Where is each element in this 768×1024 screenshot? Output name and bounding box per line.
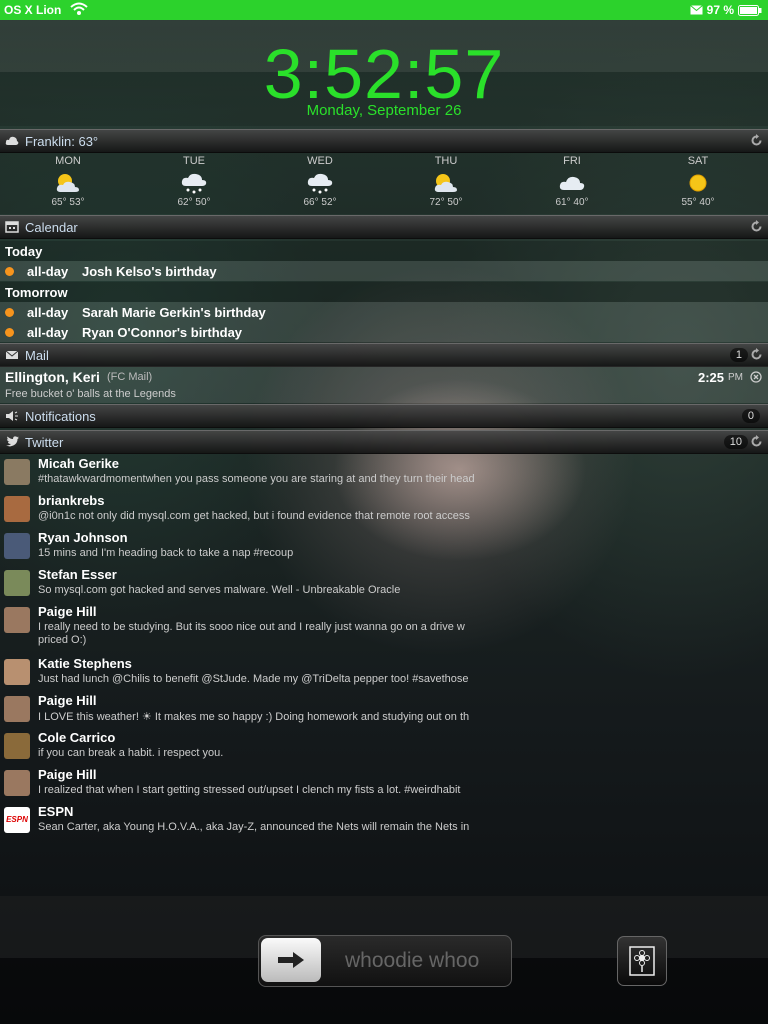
- cloud-icon: [557, 170, 587, 196]
- mail-ampm: PM: [728, 372, 743, 383]
- mail-time: 2:25: [698, 370, 725, 385]
- status-bar: OS X Lion 97 %: [0, 0, 768, 20]
- speaker-icon: [6, 411, 18, 421]
- refresh-icon[interactable]: [750, 348, 763, 361]
- clock-area: 3:52:57 Monday, September 26: [0, 20, 768, 126]
- tweet-item[interactable]: Ryan Johnson 15 mins and I'm heading bac…: [0, 529, 768, 566]
- weather-header[interactable]: Franklin: 63°: [0, 129, 768, 153]
- twitter-bird-icon: [6, 436, 19, 447]
- refresh-icon[interactable]: [750, 220, 763, 233]
- avatar: [4, 607, 30, 633]
- mail-subject: Free bucket o' balls at the Legends: [5, 388, 176, 400]
- tweet-item[interactable]: briankrebs @i0n1c not only did mysql.com…: [0, 492, 768, 529]
- flower-icon: [629, 946, 655, 976]
- refresh-icon[interactable]: [750, 134, 763, 147]
- avatar: [4, 459, 30, 485]
- battery-percent: 97 %: [706, 3, 734, 17]
- tweet-item[interactable]: Stefan Esser So mysql.com got hacked and…: [0, 566, 768, 603]
- mail-count-badge: 1: [729, 348, 748, 362]
- envelope-icon: [5, 350, 19, 359]
- snow-cloud-icon: [305, 170, 335, 196]
- avatar: [4, 496, 30, 522]
- wifi-icon: [70, 2, 88, 15]
- forecast-day: FRI 61° 40°: [555, 155, 589, 208]
- forecast-day: SAT 55° 40°: [681, 155, 715, 208]
- close-icon[interactable]: [750, 371, 762, 383]
- clock-date: Monday, September 26: [306, 102, 462, 119]
- twitter-title: Twitter: [25, 435, 64, 450]
- mail-header[interactable]: Mail 1: [0, 343, 768, 367]
- avatar: [4, 533, 30, 559]
- event-dot: [5, 308, 14, 317]
- mail-sender: Ellington, Keri: [5, 369, 100, 385]
- forecast-day: THU 72° 50°: [429, 155, 463, 208]
- avatar: [4, 570, 30, 596]
- tweet-item[interactable]: Katie Stephens Just had lunch @Chilis to…: [0, 655, 768, 692]
- mail-title: Mail: [25, 348, 49, 363]
- calendar-title: Calendar: [25, 220, 78, 235]
- tweet-item[interactable]: Paige Hill I LOVE this weather! ☀ It mak…: [0, 692, 768, 729]
- mail-account: (FC Mail): [107, 371, 153, 383]
- mail-icon: [689, 5, 703, 15]
- sun-icon: [683, 170, 713, 196]
- camera-button[interactable]: [617, 936, 667, 986]
- espn-logo: ESPN: [4, 807, 30, 833]
- cloud-icon: [5, 136, 19, 145]
- weather-title: Franklin: 63°: [25, 134, 99, 149]
- tweet-item[interactable]: Paige Hill I really need to be studying.…: [0, 603, 768, 653]
- partly-sunny-icon: [431, 170, 461, 196]
- avatar: [4, 770, 30, 796]
- forecast-day: TUE 62° 50°: [177, 155, 211, 208]
- refresh-icon[interactable]: [750, 435, 763, 448]
- calendar-event[interactable]: all-day Josh Kelso's birthday: [0, 261, 768, 281]
- event-dot: [5, 267, 14, 276]
- forecast-day: MON 65° 53°: [51, 155, 85, 208]
- calendar-header[interactable]: Calendar: [0, 215, 768, 239]
- calendar-event[interactable]: all-day Sarah Marie Gerkin's birthday: [0, 302, 768, 322]
- twitter-header[interactable]: Twitter 10: [0, 430, 768, 454]
- tweet-item[interactable]: ESPN ESPN Sean Carter, aka Young H.O.V.A…: [0, 803, 768, 840]
- tweet-item[interactable]: Cole Carrico if you can break a habit. i…: [0, 729, 768, 766]
- calendar-group-today: Today: [0, 241, 768, 261]
- tweet-item[interactable]: Micah Gerike #thatawkwardmomentwhen you …: [0, 455, 768, 492]
- avatar: [4, 733, 30, 759]
- slide-label: whoodie whoo: [345, 949, 480, 972]
- forecast-day: WED 66° 52°: [303, 155, 337, 208]
- carrier-name: OS X Lion: [4, 3, 62, 17]
- tweet-item[interactable]: Paige Hill I realized that when I start …: [0, 766, 768, 803]
- avatar: [4, 696, 30, 722]
- notifications-header[interactable]: Notifications 0: [0, 404, 768, 428]
- arrow-right-icon: [278, 952, 304, 968]
- battery-icon: [738, 4, 762, 16]
- calendar-event[interactable]: all-day Ryan O'Connor's birthday: [0, 322, 768, 342]
- slide-to-unlock[interactable]: whoodie whoo: [258, 935, 512, 987]
- unlock-knob[interactable]: [261, 938, 321, 982]
- snow-cloud-icon: [179, 170, 209, 196]
- event-dot: [5, 328, 14, 337]
- notifications-count-badge: 0: [741, 409, 760, 423]
- calendar-group-tomorrow: Tomorrow: [0, 282, 768, 302]
- partly-sunny-icon: [53, 170, 83, 196]
- twitter-count-badge: 10: [723, 435, 748, 449]
- notifications-title: Notifications: [25, 409, 96, 424]
- avatar: [4, 659, 30, 685]
- weather-forecast: MON 65° 53° TUE 62° 50° WED 66° 52° THU …: [0, 152, 768, 214]
- mail-item[interactable]: Ellington, Keri (FC Mail) Free bucket o'…: [0, 366, 768, 403]
- calendar-icon: [5, 221, 19, 233]
